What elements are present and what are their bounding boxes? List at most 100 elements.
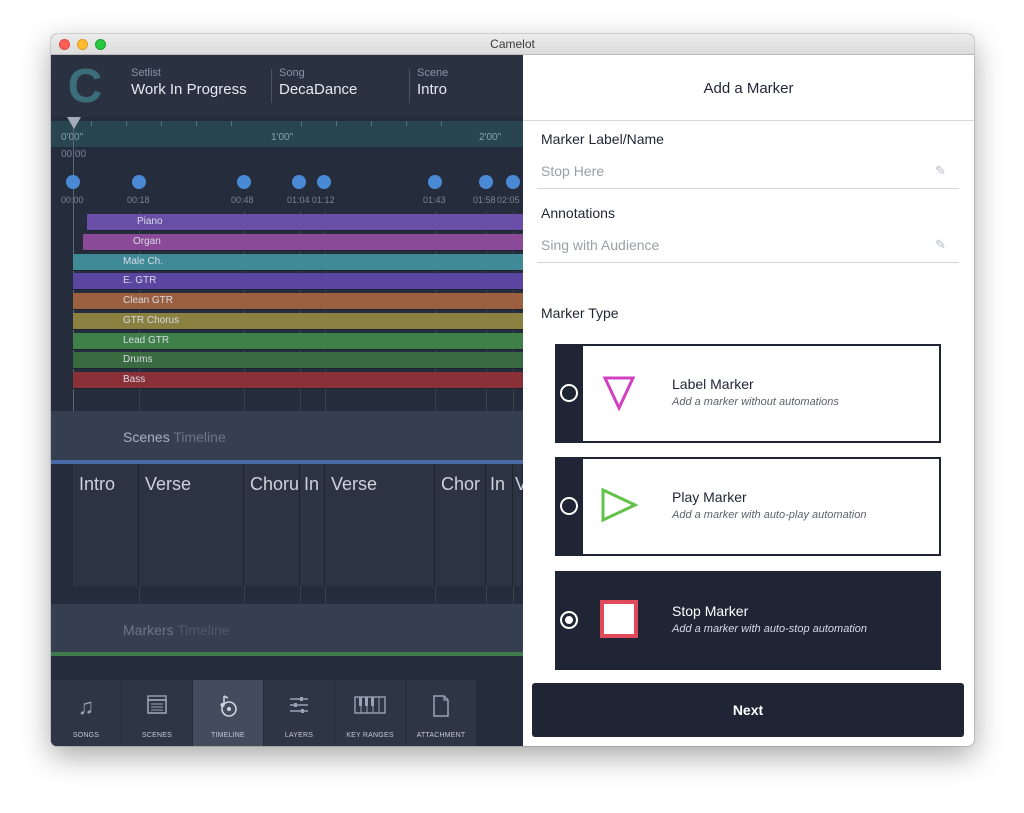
tab-label: ATTACHMENT bbox=[416, 732, 466, 739]
marker-time: 01:43 bbox=[423, 195, 446, 205]
markers-band-label: Markers Timeline bbox=[123, 622, 230, 638]
scene-block[interactable]: V bbox=[513, 464, 523, 586]
timeline-marker[interactable] bbox=[506, 175, 520, 189]
markers-band-title: Markers bbox=[123, 622, 174, 638]
scene-label: In bbox=[304, 474, 320, 494]
song-info[interactable]: Song DecaDance bbox=[279, 67, 357, 107]
pencil-icon[interactable]: ✎ bbox=[935, 163, 946, 179]
scenes-band-label: Scenes Timeline bbox=[123, 429, 226, 445]
stop-marker-desc: Add a marker with auto-stop automation bbox=[672, 623, 868, 635]
timeline-marker[interactable] bbox=[479, 175, 493, 189]
scene-value: Intro bbox=[417, 81, 448, 98]
tab-attachment[interactable]: ATTACHMENT bbox=[406, 680, 477, 746]
piano-keys-icon bbox=[335, 694, 405, 722]
play-marker-option[interactable]: Play Marker Add a marker with auto-play … bbox=[555, 457, 941, 556]
pencil-icon[interactable]: ✎ bbox=[935, 237, 946, 253]
tab-label: KEY RANGES bbox=[346, 732, 394, 739]
field-underline bbox=[537, 188, 959, 189]
marker-time: 00:18 bbox=[127, 195, 150, 205]
track-row[interactable]: Piano bbox=[87, 214, 523, 231]
scene-block[interactable]: In bbox=[300, 464, 325, 586]
ruler-tick bbox=[441, 121, 442, 126]
tab-label: SCENES bbox=[142, 732, 172, 739]
track-row[interactable]: Bass bbox=[73, 372, 523, 389]
scene-block[interactable]: In bbox=[486, 464, 513, 586]
scene-label: Intro bbox=[79, 474, 116, 494]
track-row[interactable]: E. GTR bbox=[73, 273, 523, 290]
tab-layers[interactable]: LAYERS bbox=[264, 680, 335, 746]
ruler-tick bbox=[406, 121, 407, 126]
setlist-info[interactable]: Setlist Work In Progress bbox=[131, 67, 247, 107]
tab-songs[interactable]: ♫ SONGS bbox=[51, 680, 122, 746]
tab-label: LAYERS bbox=[284, 732, 314, 739]
track-label: Bass bbox=[123, 374, 146, 385]
scene-label: Choru bbox=[250, 474, 300, 494]
song-value: DecaDance bbox=[279, 81, 358, 98]
marker-label-input[interactable]: Stop Here bbox=[541, 163, 604, 179]
scene-info[interactable]: Scene Intro bbox=[417, 67, 448, 107]
label-marker-option[interactable]: Label Marker Add a marker without automa… bbox=[555, 344, 941, 443]
tab-label: TIMELINE bbox=[211, 732, 245, 739]
next-button[interactable]: Next bbox=[532, 683, 964, 737]
ruler-tick bbox=[371, 121, 372, 126]
timeline-marker[interactable] bbox=[132, 175, 146, 189]
scene-block[interactable]: Choru bbox=[244, 464, 300, 586]
song-label: Song bbox=[279, 67, 305, 79]
timeline-marker[interactable] bbox=[317, 175, 331, 189]
track-label: Organ bbox=[133, 236, 161, 247]
label-marker-title: Label Marker bbox=[672, 376, 754, 392]
ruler-tick bbox=[336, 121, 337, 126]
field-underline bbox=[537, 262, 959, 263]
scene-block[interactable]: Intro bbox=[73, 464, 139, 586]
track-row[interactable]: Lead GTR bbox=[73, 333, 523, 350]
setlist-label: Setlist bbox=[131, 67, 161, 79]
scene-label: In bbox=[490, 474, 506, 494]
timeline-icon bbox=[193, 694, 263, 724]
app-logo-icon: C bbox=[67, 60, 103, 113]
tab-key-ranges[interactable]: KEY RANGES bbox=[335, 680, 406, 746]
track-row[interactable]: Organ bbox=[83, 234, 523, 251]
track-row[interactable]: Clean GTR bbox=[73, 293, 523, 310]
stop-marker-option[interactable]: Stop Marker Add a marker with auto-stop … bbox=[555, 571, 941, 670]
timeline-marker[interactable] bbox=[428, 175, 442, 189]
time-ruler[interactable]: 0'00" 1'00" 2'00" bbox=[51, 121, 523, 147]
annotations-input[interactable]: Sing with Audience bbox=[541, 237, 659, 253]
playhead-time: 00:00 bbox=[61, 149, 87, 160]
ruler-tick bbox=[196, 121, 197, 126]
scene-block[interactable]: Verse bbox=[139, 464, 244, 586]
track-row[interactable]: GTR Chorus bbox=[73, 313, 523, 330]
scenes-timeline-band: Scenes Timeline bbox=[51, 411, 523, 461]
add-marker-panel: Add a Marker Marker Label/Name Stop Here… bbox=[523, 55, 974, 746]
stop-square-icon bbox=[599, 599, 639, 639]
marker-time: 00:48 bbox=[231, 195, 254, 205]
playhead-handle-icon[interactable] bbox=[67, 117, 81, 129]
document-icon bbox=[406, 694, 476, 724]
triangle-down-icon bbox=[599, 372, 639, 412]
scenes-band-title: Scenes bbox=[123, 429, 170, 445]
tab-timeline[interactable]: TIMELINE bbox=[193, 680, 264, 746]
stop-marker-radio[interactable] bbox=[560, 611, 578, 629]
track-label: Lead GTR bbox=[123, 335, 170, 346]
timeline-marker[interactable] bbox=[66, 175, 80, 189]
scene-label: Verse bbox=[145, 474, 192, 494]
marker-label-field-label: Marker Label/Name bbox=[541, 131, 664, 147]
track-row[interactable]: Drums bbox=[73, 352, 523, 369]
window-title: Camelot bbox=[490, 37, 535, 51]
timeline-marker[interactable] bbox=[292, 175, 306, 189]
timeline-marker[interactable] bbox=[237, 175, 251, 189]
sliders-icon bbox=[264, 694, 334, 722]
markers-timeline-band: Markers Timeline bbox=[51, 604, 523, 654]
label-marker-radio[interactable] bbox=[560, 384, 578, 402]
scene-block[interactable]: Chor bbox=[435, 464, 486, 586]
panel-title: Add a Marker bbox=[523, 55, 974, 121]
play-marker-radio[interactable] bbox=[560, 497, 578, 515]
tab-scenes[interactable]: SCENES bbox=[122, 680, 193, 746]
clapperboard-icon bbox=[122, 694, 192, 722]
marker-time: 01:12 bbox=[312, 195, 335, 205]
markers-band-bar bbox=[51, 652, 523, 656]
ruler-tick bbox=[301, 121, 302, 126]
header-divider bbox=[409, 69, 410, 103]
scene-block[interactable]: Verse bbox=[325, 464, 435, 586]
track-row[interactable]: Male Ch. bbox=[73, 254, 523, 271]
marker-time: 02:05 bbox=[497, 195, 520, 205]
